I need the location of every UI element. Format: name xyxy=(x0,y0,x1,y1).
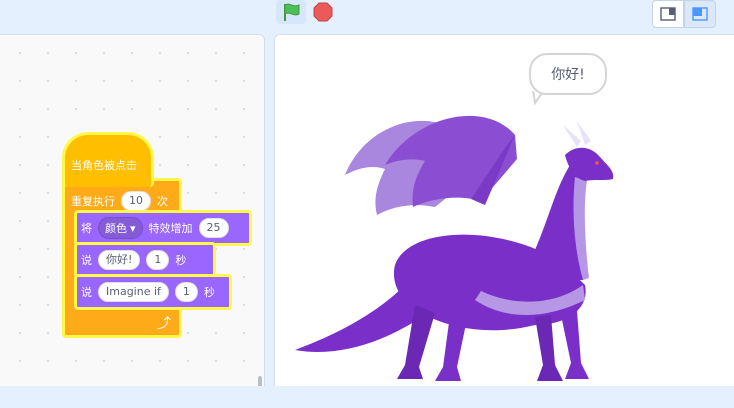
effect-value-input[interactable]: 25 xyxy=(198,218,229,238)
loop-arrow-icon: ⤴ xyxy=(157,316,171,332)
say-secs-input[interactable]: 1 xyxy=(174,282,198,302)
say-for-secs-block-2[interactable]: 说 Imagine if 1 秒 xyxy=(74,274,232,310)
say-text-input[interactable]: Imagine if xyxy=(98,282,169,302)
small-stage-button[interactable] xyxy=(652,0,684,28)
say-unit: 秒 xyxy=(175,254,187,267)
normal-stage-icon xyxy=(692,7,708,21)
effect-mid: 特效增加 xyxy=(148,222,193,235)
repeat-count-input[interactable]: 10 xyxy=(121,191,151,211)
small-stage-icon xyxy=(660,7,676,21)
effect-prefix: 将 xyxy=(81,222,92,235)
normal-stage-button[interactable] xyxy=(684,0,716,28)
green-flag-icon xyxy=(284,3,300,21)
say-for-secs-block-1[interactable]: 说 你好! 1 秒 xyxy=(74,242,216,278)
speech-bubble-text: 你好! xyxy=(551,67,585,83)
effect-dropdown-label: 颜色 xyxy=(105,222,127,235)
stop-sign-icon xyxy=(313,2,333,22)
say-prefix: 说 xyxy=(81,286,92,299)
stage-toolbar xyxy=(0,0,734,30)
say-unit: 秒 xyxy=(203,286,215,299)
stop-button[interactable] xyxy=(310,0,336,24)
say-text-input[interactable]: 你好! xyxy=(98,250,141,270)
say-prefix: 说 xyxy=(81,254,92,267)
repeat-label-row: 重复执行 10 次 xyxy=(71,191,168,211)
chevron-down-icon: ▾ xyxy=(130,221,136,235)
speech-bubble: 你好! xyxy=(529,53,607,95)
when-sprite-clicked-hat[interactable]: 当角色被点击 xyxy=(62,132,154,187)
bottom-strip xyxy=(0,386,734,408)
hat-label: 当角色被点击 xyxy=(71,159,137,172)
repeat-unit: 次 xyxy=(157,195,168,208)
repeat-label: 重复执行 xyxy=(71,195,115,208)
say-secs-input[interactable]: 1 xyxy=(146,250,170,270)
purple-dragon-icon[interactable] xyxy=(285,95,615,385)
stage-canvas[interactable]: 你好! xyxy=(274,34,734,392)
green-flag-button[interactable] xyxy=(276,0,306,24)
change-effect-block[interactable]: 将 颜色 ▾ 特效增加 25 xyxy=(74,210,252,246)
effect-dropdown[interactable]: 颜色 ▾ xyxy=(98,217,143,239)
